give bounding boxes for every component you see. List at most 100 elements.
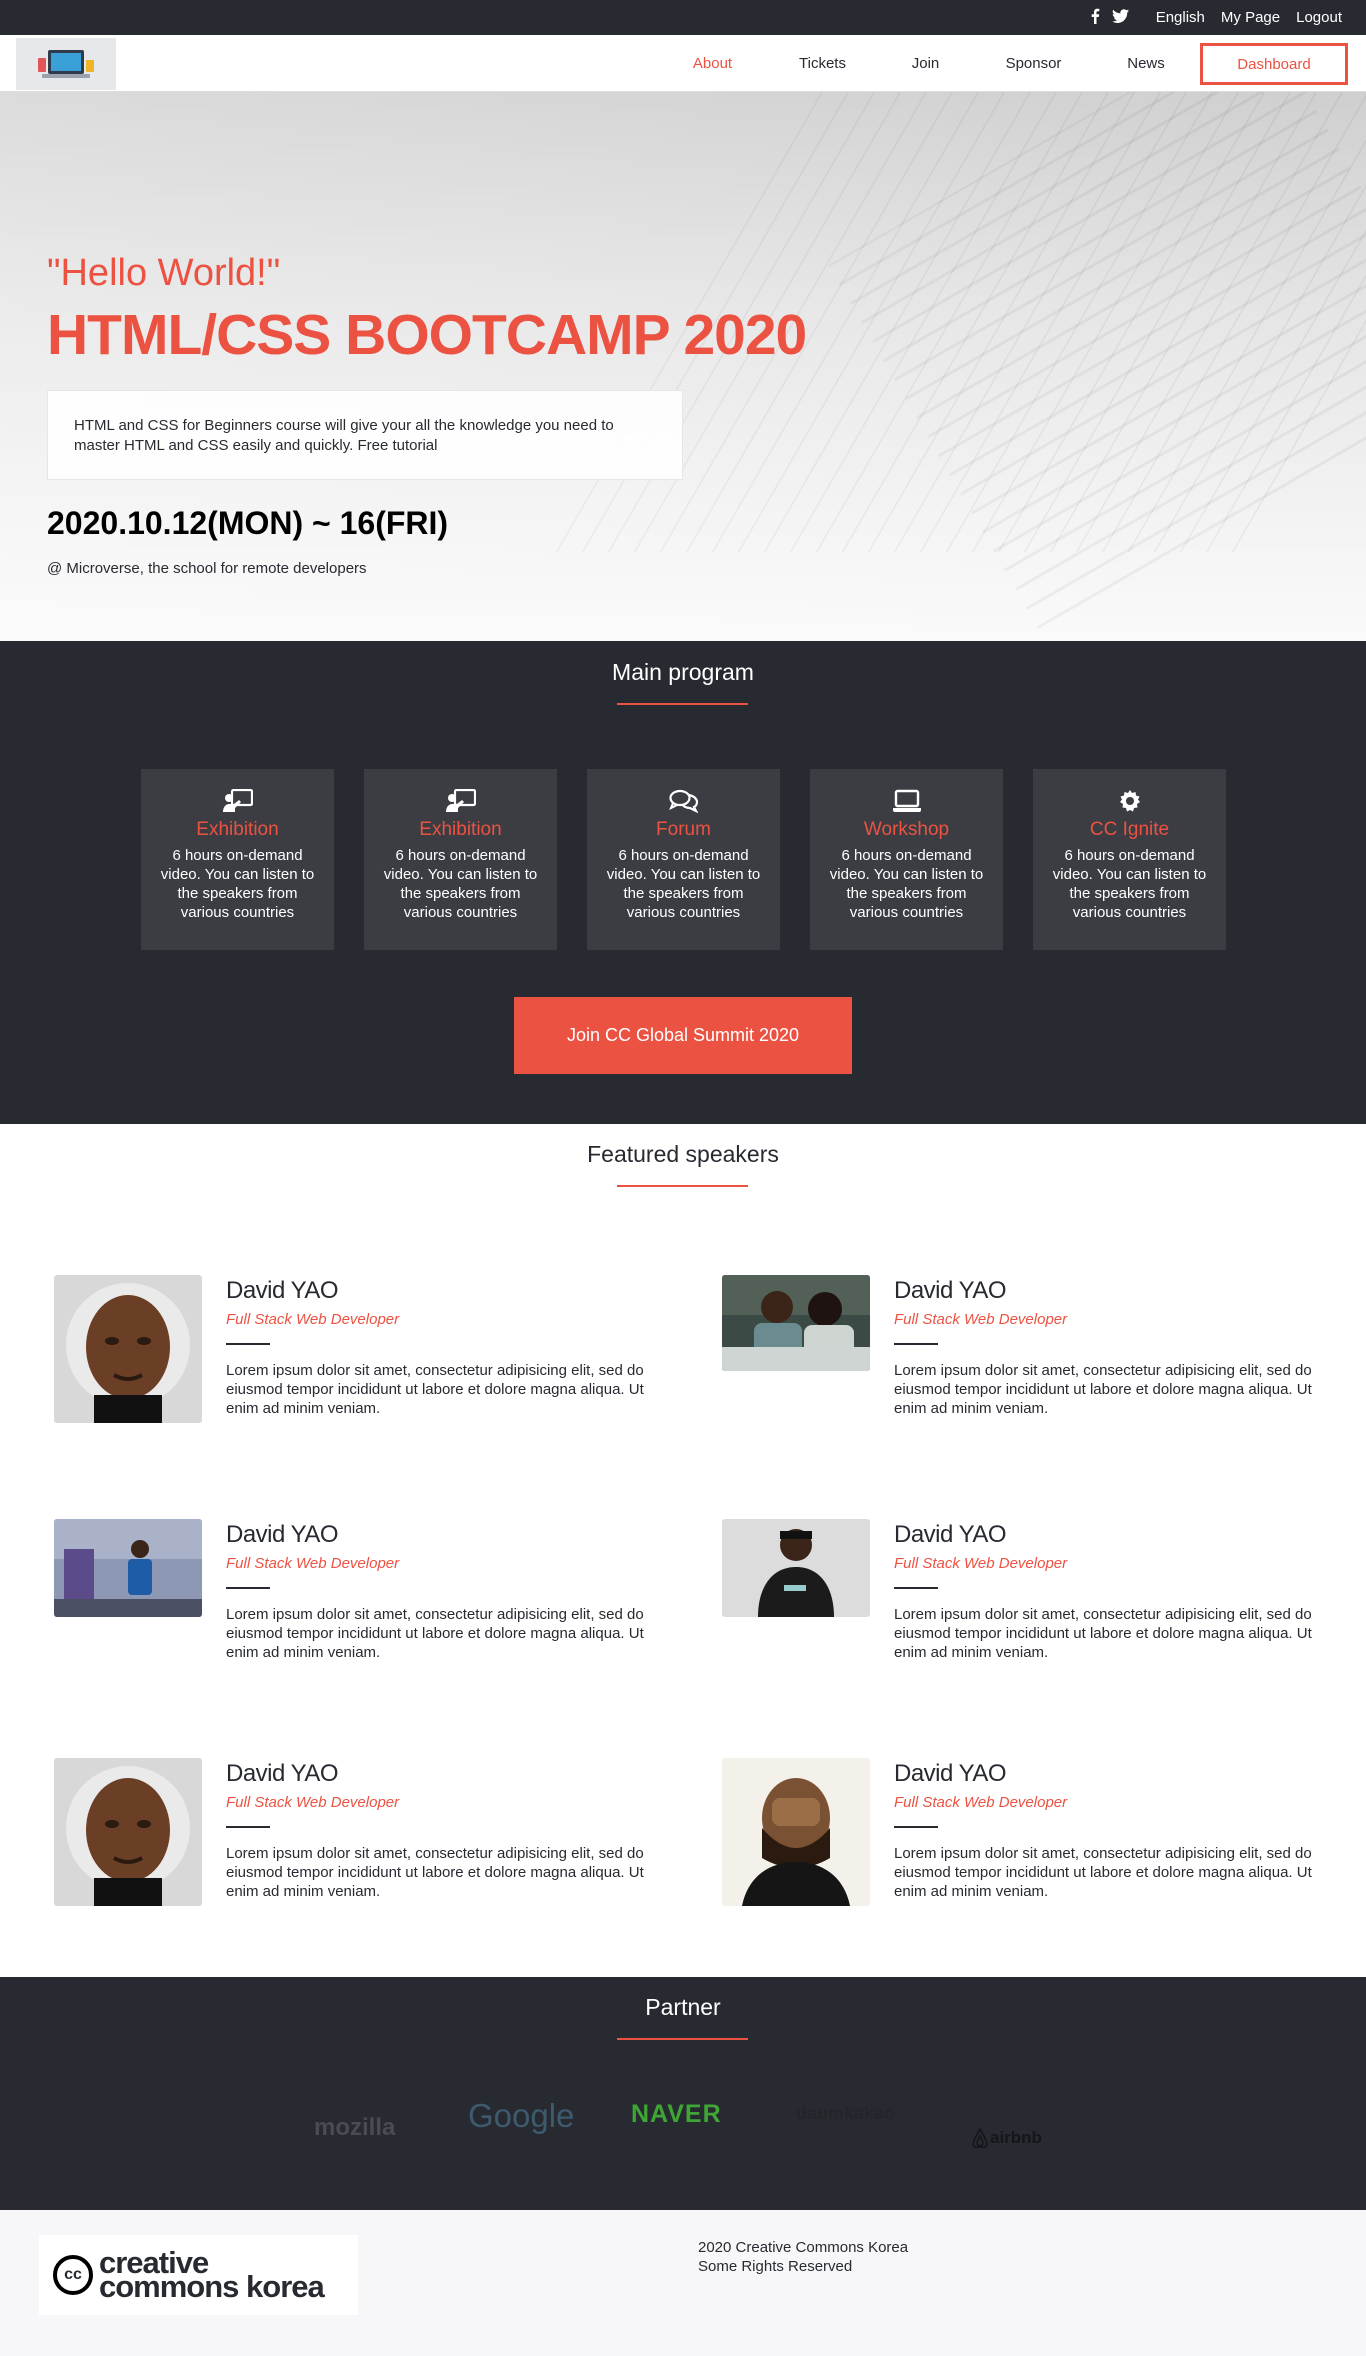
partner-section: Partner mozilla Google NAVER daumkakao a… <box>0 1977 1366 2210</box>
speaker-name: David YAO <box>894 1760 1007 1787</box>
speaker-divider <box>226 1826 270 1828</box>
nav-menu: About Tickets Join Sponsor News <box>660 35 1196 92</box>
speaker-card: David YAO Full Stack Web Developer Lorem… <box>54 1758 684 1908</box>
section-title: Featured speakers <box>587 1141 779 1167</box>
speaker-card: David YAO Full Stack Web Developer Lorem… <box>722 1758 1352 1908</box>
program-card[interactable]: CC Ignite 6 hours on-demand video. You c… <box>1033 769 1226 950</box>
speaker-divider <box>894 1826 938 1828</box>
nav-tickets[interactable]: Tickets <box>765 55 880 72</box>
title-underline <box>617 1185 748 1187</box>
speaker-name: David YAO <box>226 1521 339 1548</box>
hero-description: HTML and CSS for Beginners course will g… <box>47 390 683 480</box>
card-title: Workshop <box>863 819 950 840</box>
twitter-icon[interactable] <box>1112 9 1129 27</box>
speaker-card: David YAO Full Stack Web Developer Lorem… <box>722 1275 1352 1425</box>
nav-sponsor[interactable]: Sponsor <box>971 55 1096 72</box>
creative-commons-korea-logo[interactable]: cc creative commons korea <box>39 2235 358 2315</box>
program-card[interactable]: Workshop 6 hours on-demand video. You ca… <box>810 769 1003 950</box>
comments-icon <box>587 789 780 813</box>
google-logo[interactable]: Google <box>468 2097 574 2135</box>
nav-about[interactable]: About <box>660 55 765 72</box>
social-links <box>1090 8 1129 28</box>
card-text: 6 hours on-demand video. You can listen … <box>829 847 984 921</box>
speaker-divider <box>226 1343 270 1345</box>
program-card[interactable]: Exhibition 6 hours on-demand video. You … <box>364 769 557 950</box>
nav-join[interactable]: Join <box>880 55 971 72</box>
speaker-photo <box>54 1275 202 1423</box>
event-place: @ Microverse, the school for remote deve… <box>47 560 367 577</box>
card-text: 6 hours on-demand video. You can listen … <box>1052 847 1207 921</box>
nav-news[interactable]: News <box>1096 55 1196 72</box>
mozilla-logo[interactable]: mozilla <box>314 2114 395 2142</box>
airbnb-logo[interactable]: airbnb <box>970 2127 1042 2149</box>
speaker-bio: Lorem ipsum dolor sit amet, consectetur … <box>894 1606 1312 1661</box>
top-bar: English My Page Logout <box>0 0 1366 35</box>
card-text: 6 hours on-demand video. You can listen … <box>383 847 538 921</box>
featured-speakers-section: Featured speakers David YAO Full Stack W… <box>0 1124 1366 1977</box>
naver-logo[interactable]: NAVER <box>631 2100 722 2129</box>
speaker-bio: Lorem ipsum dolor sit amet, consectetur … <box>226 1362 644 1417</box>
speaker-bio: Lorem ipsum dolor sit amet, consectetur … <box>226 1845 644 1900</box>
language-link[interactable]: English <box>1156 9 1205 26</box>
logout-link[interactable]: Logout <box>1296 9 1342 26</box>
speaker-name: David YAO <box>226 1760 339 1787</box>
speaker-role: Full Stack Web Developer <box>226 1555 400 1572</box>
speaker-name: David YAO <box>894 1277 1007 1304</box>
daumkakao-logo[interactable]: daumkakao <box>796 2103 895 2124</box>
speaker-role: Full Stack Web Developer <box>226 1311 400 1328</box>
hero-title: HTML/CSS BOOTCAMP 2020 <box>47 303 807 367</box>
card-title: Exhibition <box>419 819 502 840</box>
section-title: Main program <box>612 659 754 685</box>
copyright-text: 2020 Creative Commons Korea Some Rights … <box>698 2239 909 2275</box>
speaker-role: Full Stack Web Developer <box>894 1555 1068 1572</box>
hero-tagline: "Hello World!" <box>47 252 281 294</box>
speaker-name: David YAO <box>226 1277 339 1304</box>
speaker-bio: Lorem ipsum dolor sit amet, consectetur … <box>894 1362 1312 1417</box>
speaker-divider <box>226 1587 270 1589</box>
presentation-icon <box>364 789 557 813</box>
speaker-photo <box>722 1758 870 1906</box>
speaker-card: David YAO Full Stack Web Developer Lorem… <box>54 1275 684 1425</box>
gear-icon <box>1033 789 1226 813</box>
cc-icon: cc <box>53 2255 93 2295</box>
program-card[interactable]: Exhibition 6 hours on-demand video. You … <box>141 769 334 950</box>
speaker-photo <box>54 1758 202 1906</box>
program-card[interactable]: Forum 6 hours on-demand video. You can l… <box>587 769 780 950</box>
speaker-card: David YAO Full Stack Web Developer Lorem… <box>54 1519 684 1669</box>
main-navbar: About Tickets Join Sponsor News Dashboar… <box>0 35 1366 92</box>
site-logo[interactable] <box>16 38 116 90</box>
dashboard-button[interactable]: Dashboard <box>1200 43 1348 85</box>
laptop-icon <box>810 789 1003 813</box>
laptop-logo-icon <box>38 50 94 78</box>
speaker-name: David YAO <box>894 1521 1007 1548</box>
join-summit-button[interactable]: Join CC Global Summit 2020 <box>514 997 852 1074</box>
title-underline <box>617 2038 748 2040</box>
presentation-icon <box>141 789 334 813</box>
hero-section: "Hello World!" HTML/CSS BOOTCAMP 2020 HT… <box>0 92 1366 641</box>
speaker-bio: Lorem ipsum dolor sit amet, consectetur … <box>894 1845 1312 1900</box>
speaker-photo <box>722 1275 870 1371</box>
speaker-card: David YAO Full Stack Web Developer Lorem… <box>722 1519 1352 1669</box>
card-title: Forum <box>656 819 711 840</box>
speaker-role: Full Stack Web Developer <box>894 1794 1068 1811</box>
card-text: 6 hours on-demand video. You can listen … <box>160 847 315 921</box>
speaker-role: Full Stack Web Developer <box>226 1794 400 1811</box>
speaker-divider <box>894 1587 938 1589</box>
card-title: Exhibition <box>196 819 279 840</box>
speaker-photo <box>722 1519 870 1617</box>
event-date: 2020.10.12(MON) ~ 16(FRI) <box>47 505 449 541</box>
speaker-photo <box>54 1519 202 1617</box>
card-title: CC Ignite <box>1089 819 1170 840</box>
my-page-link[interactable]: My Page <box>1221 9 1280 26</box>
airbnb-icon <box>972 2127 988 2149</box>
facebook-icon[interactable] <box>1090 8 1100 28</box>
main-program-section: Main program Exhibition 6 hours on-deman… <box>0 641 1366 1124</box>
speaker-role: Full Stack Web Developer <box>894 1311 1068 1328</box>
card-text: 6 hours on-demand video. You can listen … <box>606 847 761 921</box>
section-title: Partner <box>645 1994 721 2020</box>
speaker-divider <box>894 1343 938 1345</box>
title-underline <box>617 703 748 705</box>
footer: cc creative commons korea 2020 Creative … <box>0 2210 1366 2356</box>
speaker-bio: Lorem ipsum dolor sit amet, consectetur … <box>226 1606 644 1661</box>
program-cards: Exhibition 6 hours on-demand video. You … <box>141 769 1226 950</box>
